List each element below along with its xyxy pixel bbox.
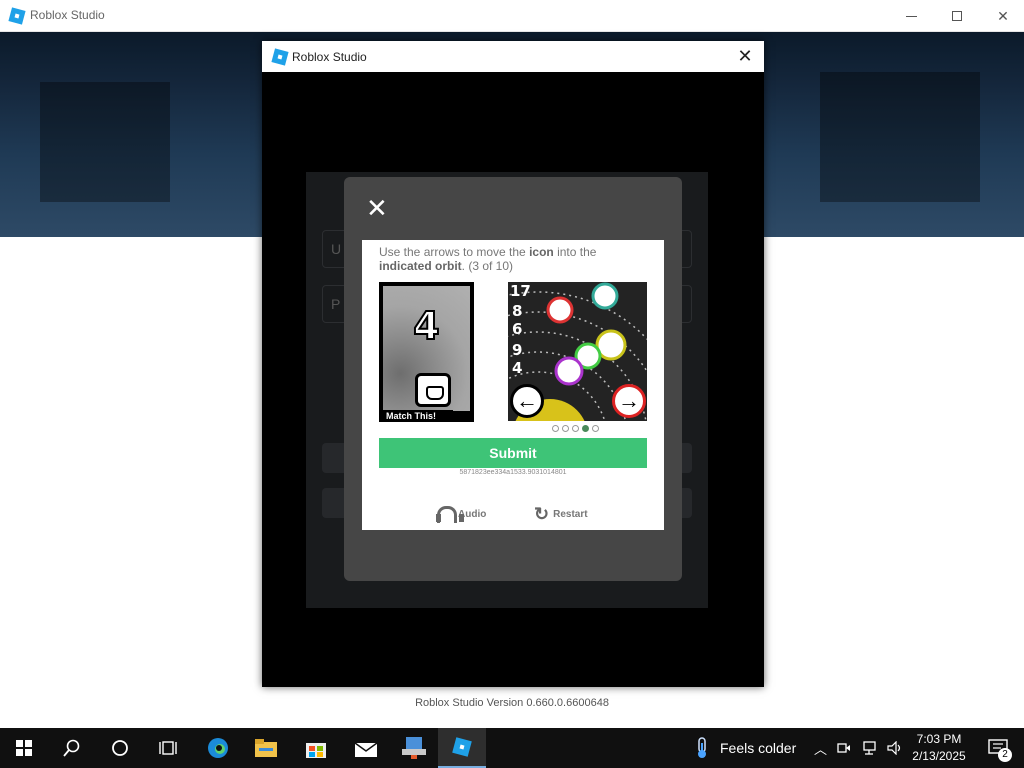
maximize-icon	[952, 11, 962, 21]
close-window-button[interactable]: ✕	[980, 0, 1024, 32]
orbit-number: 4	[512, 359, 522, 377]
edge-icon	[208, 738, 228, 758]
progress-dot	[592, 425, 599, 432]
orbit-number: 6	[512, 320, 522, 338]
minimize-icon	[905, 15, 917, 17]
clock-date: 2/13/2025	[912, 749, 966, 763]
restart-challenge-button[interactable]: ↻ Restart	[534, 503, 588, 525]
roblox-studio-logo-icon	[271, 48, 289, 66]
mail-button[interactable]	[342, 728, 390, 768]
network-icon[interactable]	[861, 741, 877, 755]
progress-dot	[572, 425, 579, 432]
orbit-icon-purple	[554, 356, 584, 386]
banner-shape	[820, 72, 980, 202]
cortana-button[interactable]	[96, 728, 144, 768]
orbit-icon-red	[546, 296, 574, 324]
maximize-button[interactable]	[934, 0, 980, 32]
start-button[interactable]	[0, 728, 48, 768]
instruction-text: Use the arrows to move the	[379, 245, 530, 259]
minimize-button[interactable]	[888, 0, 934, 32]
close-dialog-button[interactable]: ✕	[734, 45, 756, 67]
file-explorer-icon	[255, 739, 277, 757]
session-id: 5871823ee334a1533.9031014801	[459, 469, 567, 476]
instruction-icon-word: icon	[529, 245, 554, 259]
captcha-challenge: Use the arrows to move the icon into the…	[362, 240, 664, 530]
file-explorer-button[interactable]	[242, 728, 290, 768]
headphones-icon	[436, 505, 464, 523]
edge-button[interactable]	[194, 728, 242, 768]
orbit-number: 17	[510, 282, 531, 300]
weather-widget[interactable]: Feels colder	[694, 728, 796, 768]
notification-count-badge: 2	[998, 748, 1012, 762]
target-bag-icon	[415, 373, 451, 407]
progress-dots	[552, 425, 599, 433]
captcha-modal: ✕ Use the arrows to move the icon into t…	[344, 177, 682, 581]
dialog-titlebar: Roblox Studio ✕	[262, 41, 764, 72]
window-title: Roblox Studio	[30, 8, 105, 22]
search-button[interactable]	[48, 728, 96, 768]
audio-challenge-button[interactable]: Audio	[436, 503, 486, 525]
roblox-studio-logo-icon	[8, 7, 26, 25]
store-button[interactable]	[292, 728, 340, 768]
orbit-icon-teal	[591, 282, 619, 310]
banner-shape	[40, 82, 170, 202]
captcha-instruction: Use the arrows to move the icon into the…	[379, 245, 649, 273]
weather-text: Feels colder	[720, 740, 797, 756]
taskbar: Feels colder ︿ 7:03 PM 2/13/2025 2	[0, 728, 1024, 768]
instruction-text: into the	[553, 245, 597, 259]
meet-now-icon[interactable]	[837, 741, 851, 755]
search-icon	[63, 739, 80, 757]
action-center-button[interactable]: 2	[978, 728, 1018, 768]
close-icon: ✕	[997, 7, 1009, 24]
windows-start-icon	[16, 740, 32, 756]
reference-card: 4 Match This!	[379, 282, 474, 422]
system-tray: ︿	[814, 728, 903, 768]
chevron-up-icon[interactable]: ︿	[814, 739, 827, 758]
match-this-label: Match This!	[383, 410, 453, 422]
submit-button[interactable]: Submit	[379, 438, 647, 468]
network-tool-icon	[402, 737, 426, 759]
studio-version: Roblox Studio Version 0.660.0.6600648	[415, 697, 609, 709]
progress-dot	[552, 425, 559, 432]
close-captcha-button[interactable]: ✕	[366, 195, 388, 221]
restart-icon: ↻	[534, 504, 550, 524]
thermometer-icon	[698, 737, 706, 758]
instruction-progress: . (3 of 10)	[461, 259, 514, 273]
dialog-title: Roblox Studio	[292, 50, 367, 64]
orbit-puzzle: 17 8 6 9 4 ← →	[508, 282, 647, 421]
network-tool-button[interactable]	[390, 728, 438, 768]
roblox-studio-taskbar-button[interactable]	[438, 728, 486, 768]
orbit-number: 9	[512, 341, 522, 359]
store-icon	[306, 743, 326, 758]
move-left-arrow-button[interactable]: ←	[510, 384, 544, 418]
window-titlebar: Roblox Studio ✕	[0, 0, 1024, 32]
volume-icon[interactable]	[887, 741, 903, 755]
instruction-orbit-word: indicated orbit	[379, 259, 462, 273]
restart-label: Restart	[553, 508, 588, 520]
progress-dot	[562, 425, 569, 432]
reference-image: 4	[383, 286, 470, 411]
roblox-studio-icon	[452, 737, 472, 757]
task-view-icon	[159, 741, 177, 755]
target-orbit-number: 4	[412, 303, 440, 349]
task-view-button[interactable]	[144, 728, 192, 768]
move-right-arrow-button[interactable]: →	[612, 384, 646, 418]
mail-icon	[354, 742, 378, 757]
clock-time: 7:03 PM	[916, 732, 962, 746]
cortana-icon	[112, 740, 128, 756]
taskbar-clock[interactable]: 7:03 PM 2/13/2025	[908, 731, 970, 765]
progress-dot-active	[582, 425, 589, 432]
orbit-number: 8	[512, 302, 522, 320]
